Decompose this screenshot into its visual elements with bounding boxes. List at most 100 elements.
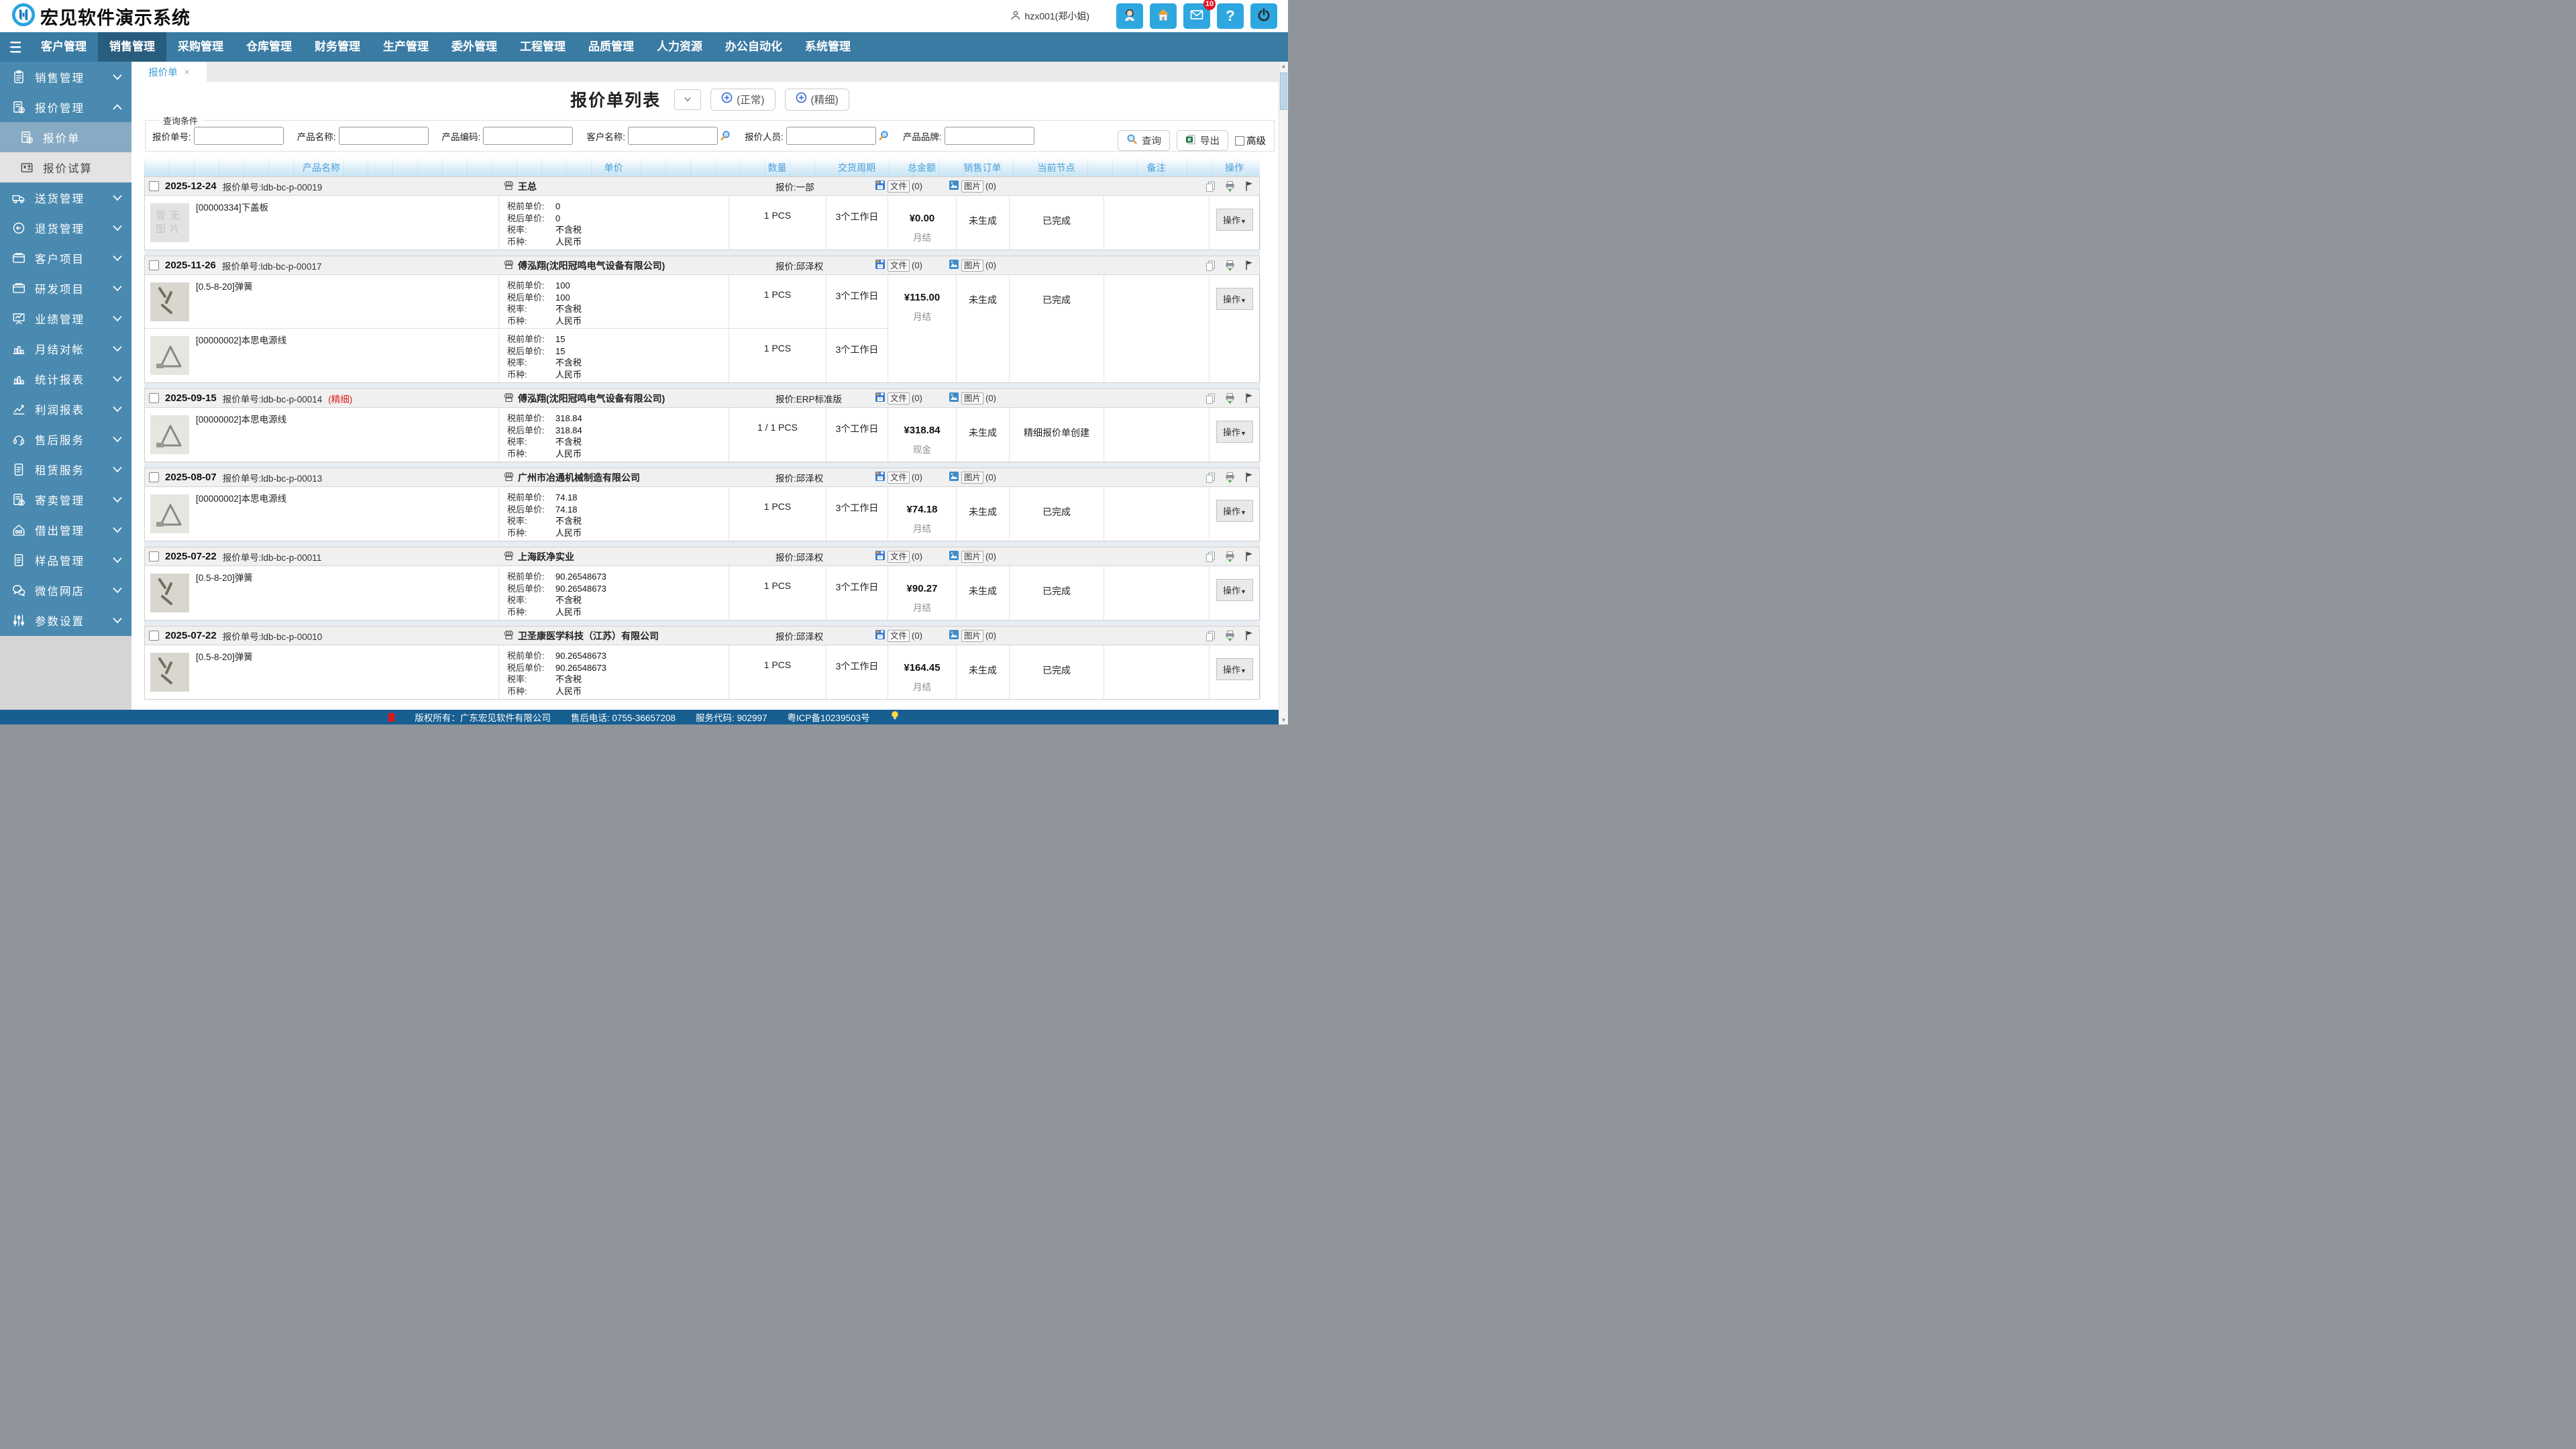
- page-scrollbar[interactable]: ▲ ▼: [1279, 62, 1288, 724]
- nav-item-12[interactable]: 系统管理: [794, 32, 862, 62]
- flag-icon[interactable]: [1244, 472, 1254, 483]
- row-checkbox[interactable]: [149, 551, 159, 561]
- product-name[interactable]: [00000334]下盖板: [196, 200, 268, 213]
- nav-item-5[interactable]: 财务管理: [303, 32, 372, 62]
- image-attachment-button[interactable]: 图片(0): [949, 256, 996, 274]
- nav-item-6[interactable]: 生产管理: [372, 32, 440, 62]
- sidebar-item-6[interactable]: 退货管理: [0, 213, 131, 243]
- row-checkbox[interactable]: [149, 472, 159, 482]
- product-name[interactable]: [00000002]本思电源线: [196, 333, 286, 346]
- customer-name[interactable]: 卫圣康医学科技（江苏）有限公司: [503, 627, 659, 645]
- nav-item-3[interactable]: 采购管理: [166, 32, 235, 62]
- customer-name[interactable]: 上海跃净实业: [503, 547, 574, 566]
- column-header-2[interactable]: 单价: [498, 161, 729, 174]
- column-header-5[interactable]: 总金额: [888, 161, 956, 174]
- product-name[interactable]: [00000002]本思电源线: [196, 412, 286, 425]
- row-action-button[interactable]: 操作▼: [1216, 421, 1253, 443]
- column-header-4[interactable]: 交货周期: [826, 161, 888, 174]
- flag-icon[interactable]: [1244, 260, 1254, 271]
- row-checkbox[interactable]: [149, 181, 159, 191]
- help-button[interactable]: ?: [1217, 3, 1244, 29]
- sidebar-item-19[interactable]: 参数设置: [0, 605, 131, 635]
- column-header-3[interactable]: 数量: [729, 161, 826, 174]
- column-header-7[interactable]: 当前节点: [1009, 161, 1104, 174]
- mail-button[interactable]: 10: [1183, 3, 1210, 29]
- nav-item-1[interactable]: 客户管理: [30, 32, 98, 62]
- flag-icon[interactable]: [1244, 180, 1254, 192]
- file-attachment-button[interactable]: 文件(0): [875, 389, 922, 407]
- print-icon[interactable]: [1224, 180, 1236, 192]
- row-action-button[interactable]: 操作▼: [1216, 209, 1253, 231]
- filter-product_code-input[interactable]: [483, 127, 573, 145]
- row-action-button[interactable]: 操作▼: [1216, 500, 1253, 522]
- copy-icon[interactable]: [1205, 392, 1216, 405]
- lookup-icon[interactable]: [878, 130, 890, 142]
- current-user[interactable]: hzx001(郑小姐): [1010, 9, 1089, 23]
- nav-item-4[interactable]: 仓库管理: [235, 32, 303, 62]
- scroll-down-icon[interactable]: ▼: [1279, 716, 1288, 724]
- file-attachment-button[interactable]: 文件(0): [875, 468, 922, 486]
- filter-quote_person-input[interactable]: [786, 127, 876, 145]
- copy-icon[interactable]: [1205, 551, 1216, 563]
- column-header-8[interactable]: 备注: [1104, 161, 1209, 174]
- row-action-button[interactable]: 操作▼: [1216, 579, 1253, 601]
- nav-item-2[interactable]: 销售管理: [98, 32, 166, 62]
- export-button[interactable]: 导出: [1177, 130, 1228, 151]
- print-icon[interactable]: [1224, 260, 1236, 271]
- image-attachment-button[interactable]: 图片(0): [949, 627, 996, 645]
- filter-product_name-input[interactable]: [339, 127, 429, 145]
- sidebar-item-2[interactable]: 报价管理: [0, 92, 131, 122]
- power-button[interactable]: [1250, 3, 1277, 29]
- image-attachment-button[interactable]: 图片(0): [949, 389, 996, 407]
- scrollbar-thumb[interactable]: [1280, 72, 1287, 110]
- copy-icon[interactable]: [1205, 180, 1216, 193]
- copy-icon[interactable]: [1205, 260, 1216, 272]
- sidebar-item-9[interactable]: 业绩管理: [0, 303, 131, 333]
- title-dropdown-button[interactable]: [674, 89, 701, 110]
- customer-name[interactable]: 广州市冶通机械制造有限公司: [503, 468, 640, 486]
- sidebar-item-18[interactable]: 微信网店: [0, 575, 131, 605]
- support-agent-button[interactable]: [1116, 3, 1143, 29]
- filter-customer_name-input[interactable]: [628, 127, 718, 145]
- sidebar-item-17[interactable]: 样品管理: [0, 545, 131, 575]
- row-checkbox[interactable]: [149, 631, 159, 641]
- nav-item-7[interactable]: 委外管理: [440, 32, 508, 62]
- sidebar-item-5[interactable]: 送货管理: [0, 182, 131, 213]
- row-action-button[interactable]: 操作▼: [1216, 288, 1253, 310]
- product-name[interactable]: [0.5-8-20]弹簧: [196, 649, 253, 663]
- row-action-button[interactable]: 操作▼: [1216, 658, 1253, 680]
- sidebar-item-11[interactable]: 统计报表: [0, 364, 131, 394]
- sidebar-item-15[interactable]: 寄卖管理: [0, 484, 131, 515]
- tab-close-icon[interactable]: ×: [184, 66, 190, 77]
- sidebar-item-7[interactable]: 客户项目: [0, 243, 131, 273]
- customer-name[interactable]: 傅泓翔(沈阳冠鸣电气设备有限公司): [503, 256, 665, 274]
- column-header-1[interactable]: 产品名称: [144, 161, 498, 174]
- sidebar-item-10[interactable]: 月结对帐: [0, 333, 131, 364]
- sidebar-item-1[interactable]: 销售管理: [0, 62, 131, 92]
- column-header-9[interactable]: 操作: [1209, 161, 1260, 174]
- row-checkbox[interactable]: [149, 260, 159, 270]
- column-header-6[interactable]: 销售订单: [956, 161, 1009, 174]
- flag-icon[interactable]: [1244, 630, 1254, 641]
- product-name[interactable]: [0.5-8-20]弹簧: [196, 570, 253, 584]
- file-attachment-button[interactable]: 文件(0): [875, 256, 922, 274]
- add-normal-button[interactable]: (正常): [710, 89, 775, 111]
- menu-collapse-button[interactable]: [0, 32, 30, 62]
- print-icon[interactable]: [1224, 392, 1236, 404]
- add-fine-button[interactable]: (精细): [785, 89, 849, 111]
- product-name[interactable]: [0.5-8-20]弹簧: [196, 279, 253, 292]
- checkbox-icon[interactable]: [1235, 136, 1244, 146]
- file-attachment-button[interactable]: 文件(0): [875, 627, 922, 645]
- copy-icon[interactable]: [1205, 630, 1216, 642]
- home-button[interactable]: [1150, 3, 1177, 29]
- image-attachment-button[interactable]: 图片(0): [949, 547, 996, 566]
- sidebar-item-14[interactable]: 租赁服务: [0, 454, 131, 484]
- flag-icon[interactable]: [1244, 551, 1254, 562]
- file-attachment-button[interactable]: 文件(0): [875, 547, 922, 566]
- nav-item-8[interactable]: 工程管理: [508, 32, 577, 62]
- print-icon[interactable]: [1224, 551, 1236, 562]
- advanced-checkbox[interactable]: 高级: [1235, 133, 1266, 148]
- copy-icon[interactable]: [1205, 472, 1216, 484]
- print-icon[interactable]: [1224, 630, 1236, 641]
- query-button[interactable]: 查询: [1118, 130, 1170, 151]
